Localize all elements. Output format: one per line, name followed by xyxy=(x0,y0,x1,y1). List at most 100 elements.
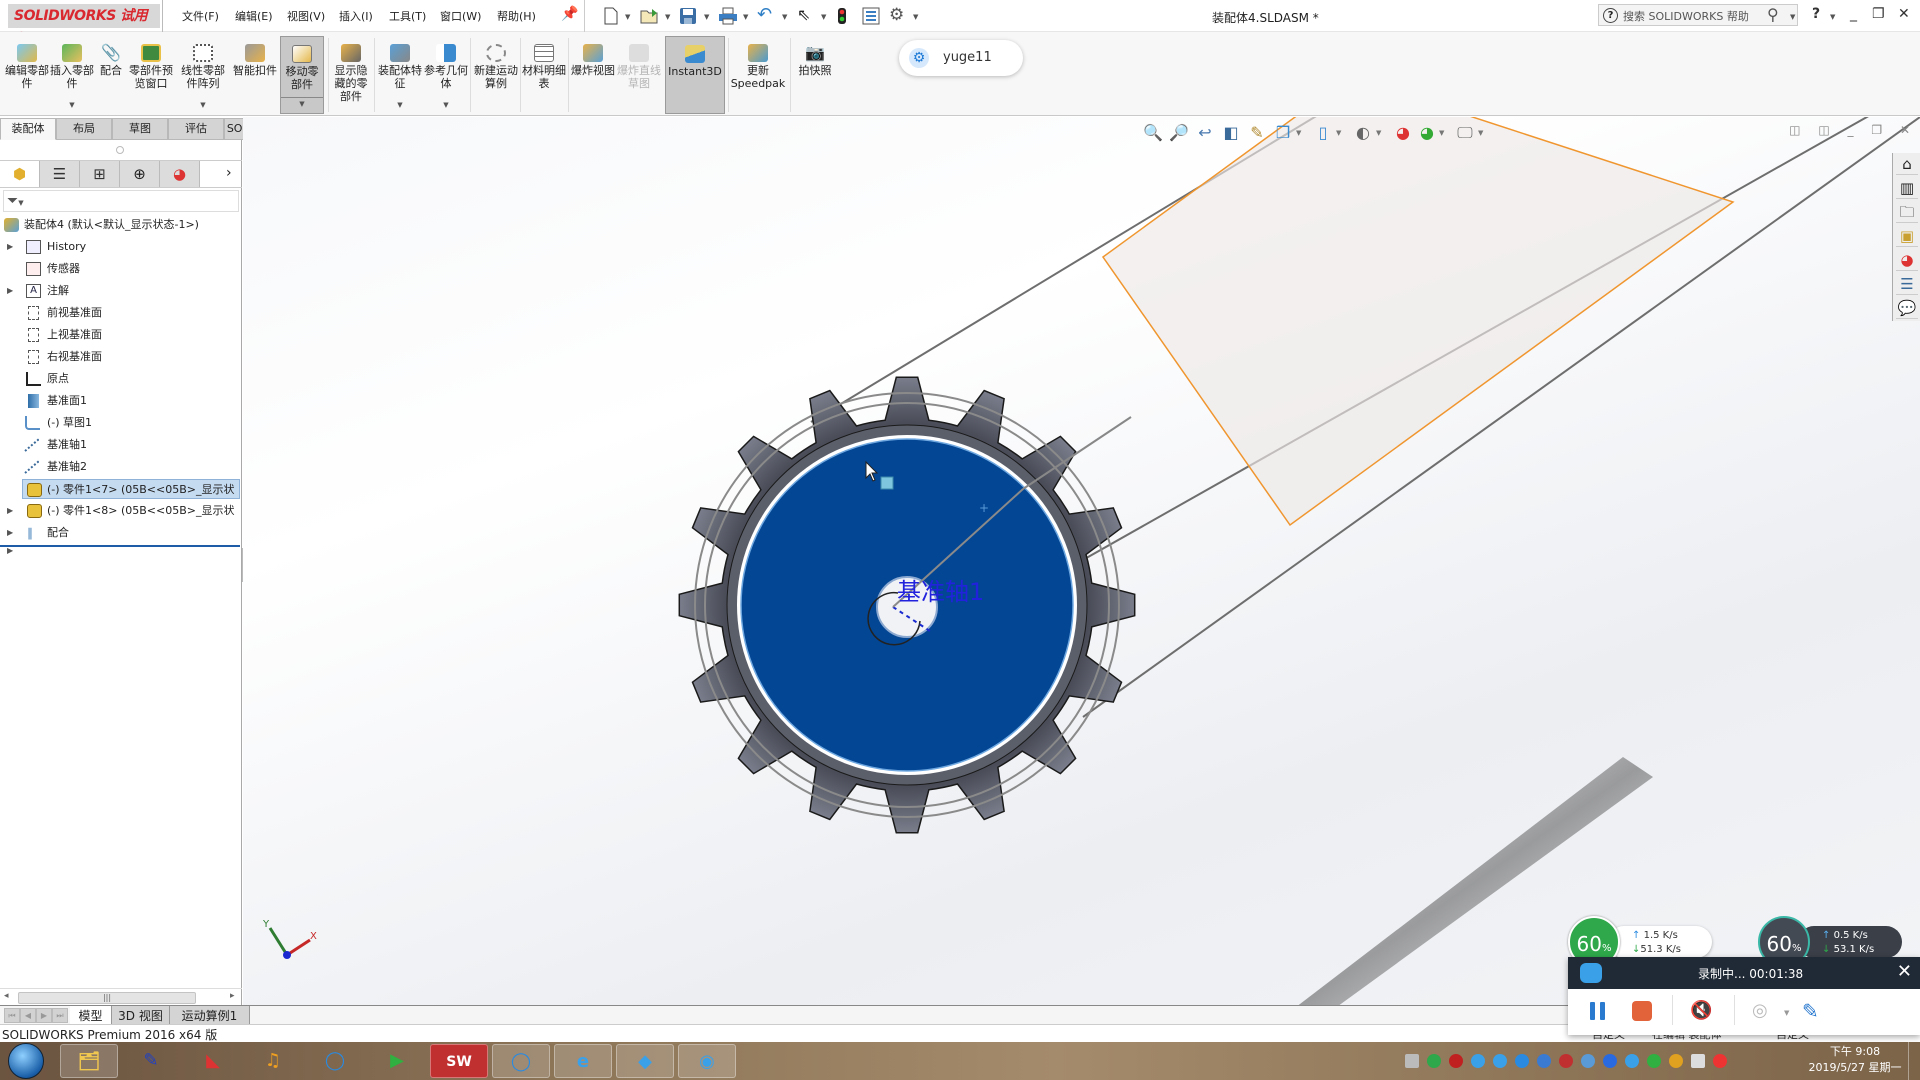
taskbar-solidworks[interactable]: SW xyxy=(430,1044,488,1078)
tab-3d-views[interactable]: 3D 视图 xyxy=(112,1006,170,1026)
close-icon[interactable]: ✕ xyxy=(1897,961,1912,982)
prev-tab-icon[interactable]: ◀ xyxy=(20,1008,36,1023)
instant3d-button[interactable]: Instant3D xyxy=(665,36,725,114)
scroll-right-icon[interactable]: ▸ xyxy=(230,991,235,1001)
taskbar-file-explorer[interactable]: 🗂 xyxy=(60,1044,118,1078)
ie-tray-icon[interactable] xyxy=(1515,1054,1529,1068)
update-speedpak-button[interactable]: 更新Speedpak xyxy=(730,36,786,114)
tray-app-icon[interactable] xyxy=(1471,1054,1485,1068)
stop-button[interactable] xyxy=(1630,999,1654,1023)
dynamic-annotation-icon[interactable]: ✎ xyxy=(1247,123,1267,143)
tray-app-icon[interactable] xyxy=(1581,1054,1595,1068)
scrollbar-thumb[interactable]: ||| xyxy=(18,992,196,1004)
tree-item-mates[interactable]: ▶ ∥ 配合 xyxy=(0,523,242,543)
minimize-button[interactable]: _ xyxy=(1850,6,1857,22)
featuremanager-tab[interactable]: ⬢ xyxy=(0,161,40,187)
network-icon[interactable] xyxy=(1691,1054,1705,1068)
taskbar-screen-recorder[interactable]: ◉ xyxy=(678,1044,736,1078)
expand-arrow-icon[interactable]: ▶ xyxy=(7,281,13,301)
start-button[interactable] xyxy=(8,1043,44,1079)
tab-sketch[interactable]: 草图 xyxy=(112,118,168,140)
first-tab-icon[interactable]: ⏮ xyxy=(4,1008,20,1023)
user-badge[interactable]: ⚙ yuge11 xyxy=(899,40,1023,76)
home-icon[interactable]: ⌂ xyxy=(1896,153,1918,175)
chevron-down-icon[interactable]: ▼ xyxy=(378,99,422,112)
select-cursor-icon[interactable]: ⇖ xyxy=(797,7,817,25)
reference-geometry-button[interactable]: 参考几何体 ▼ xyxy=(424,36,468,114)
smart-fasteners-button[interactable]: 智能扣件 xyxy=(232,36,278,114)
help-search-input[interactable]: ? 搜索 SOLIDWORKS 帮助 ⚲ xyxy=(1598,4,1798,26)
tree-root[interactable]: 装配体4 (默认<默认_显示状态-1>) xyxy=(0,215,242,235)
chevron-down-icon[interactable]: ▼ xyxy=(821,13,826,21)
taskbar-qq-browser-2[interactable]: ◯ xyxy=(492,1044,550,1078)
viewport-restore-icon[interactable]: ❐ xyxy=(1871,123,1882,137)
tab-motion-study-1[interactable]: 运动算例1 xyxy=(170,1006,250,1026)
chevron-down-icon[interactable]: ▼ xyxy=(1296,129,1301,137)
tree-item-part1-7[interactable]: (-) 零件1<7> (05B<<05B>_显示状 xyxy=(22,479,240,499)
displaymanager-tab[interactable]: ◕ xyxy=(160,161,200,187)
move-component-button[interactable]: 移动零部件 ▼ xyxy=(280,36,324,114)
previous-doc-icon[interactable]: ◫ xyxy=(1789,123,1800,137)
taskbar-internet-explorer[interactable]: e xyxy=(554,1044,612,1078)
edit-appearance-icon[interactable]: ◕ xyxy=(1393,123,1413,143)
section-view-icon[interactable]: ◧ xyxy=(1221,123,1241,143)
rebuild-traffic-light-icon[interactable] xyxy=(837,7,857,25)
tab-model[interactable]: 模型 xyxy=(70,1006,112,1026)
taskbar-tool-app[interactable]: ◣ xyxy=(184,1044,242,1078)
shield-icon[interactable] xyxy=(1537,1054,1551,1068)
zoom-to-area-icon[interactable]: 🔎 xyxy=(1169,123,1189,143)
chevron-down-icon[interactable]: ▼ xyxy=(704,13,709,21)
chevron-down-icon[interactable]: ▼ xyxy=(1376,129,1381,137)
file-properties-icon[interactable] xyxy=(862,7,882,25)
chevron-down-icon[interactable]: ▼ xyxy=(625,13,630,21)
clock[interactable]: 下午 9:08 2019/5/27 星期一 xyxy=(1805,1044,1905,1076)
close-button[interactable]: ✕ xyxy=(1898,6,1910,22)
chevron-down-icon[interactable]: ▼ xyxy=(424,99,468,112)
options-gear-icon[interactable]: ⚙ xyxy=(889,7,909,25)
chevron-down-icon[interactable]: ▼ xyxy=(1478,129,1483,137)
taskbar-media-app[interactable]: ◆ xyxy=(616,1044,674,1078)
file-explorer-icon[interactable]: 🗀 xyxy=(1896,201,1918,223)
design-library-icon[interactable]: ▥ xyxy=(1896,177,1918,199)
view-orientation-icon[interactable]: ❒ xyxy=(1273,123,1293,143)
save-icon[interactable] xyxy=(679,7,699,25)
tree-item-annotations[interactable]: ▶ A 注解 xyxy=(0,281,242,301)
panel-grip[interactable] xyxy=(116,146,124,154)
component-preview-button[interactable]: 零部件预览窗口 xyxy=(128,36,174,114)
forum-icon[interactable]: 💬 xyxy=(1896,297,1918,319)
menu-help[interactable]: 帮助(H) xyxy=(497,8,536,24)
new-motion-study-button[interactable]: 新建运动算例 xyxy=(474,36,518,114)
expand-arrow-icon[interactable]: ▶ xyxy=(7,501,13,521)
pencil-icon[interactable]: ✎ xyxy=(1802,999,1826,1023)
menu-view[interactable]: 视图(V) xyxy=(287,8,325,24)
viewport-minimize-icon[interactable]: _ xyxy=(1848,123,1854,137)
menu-file[interactable]: 文件(F) xyxy=(182,8,219,24)
qq-icon[interactable] xyxy=(1669,1054,1683,1068)
show-hidden-components-button[interactable]: 显示隐藏的零部件 xyxy=(330,36,372,114)
view-settings-icon[interactable]: 🖵 xyxy=(1455,123,1475,143)
menu-insert[interactable]: 插入(I) xyxy=(339,8,373,24)
tray-app-icon[interactable] xyxy=(1625,1054,1639,1068)
tree-item-history[interactable]: ▶ History xyxy=(0,237,242,257)
chevron-down-icon[interactable]: ▼ xyxy=(1784,1009,1789,1017)
taskbar-pen-tool[interactable]: ✎ xyxy=(122,1044,180,1078)
mute-icon[interactable]: 🔇 xyxy=(1690,999,1714,1023)
show-desktop-button[interactable] xyxy=(1908,1042,1920,1080)
hide-show-items-icon[interactable]: ◐ xyxy=(1353,123,1373,143)
tree-item-axis1[interactable]: 基准轴1 xyxy=(0,435,242,455)
bom-button[interactable]: 材料明细表 xyxy=(522,36,566,114)
restore-button[interactable]: ❐ xyxy=(1872,6,1885,22)
solidworks-tray-icon[interactable] xyxy=(1559,1054,1573,1068)
taskbar-kuwo-music[interactable]: ♫ xyxy=(244,1044,302,1078)
print-icon[interactable] xyxy=(718,7,738,25)
tab-evaluate[interactable]: 评估 xyxy=(168,118,224,140)
tree-item-origin[interactable]: 原点 xyxy=(0,369,242,389)
tree-item-part1-8[interactable]: ▶ (-) 零件1<8> (05B<<05B>_显示状 xyxy=(0,501,242,521)
tree-item-axis2[interactable]: 基准轴2 xyxy=(0,457,242,477)
solidworks-logo[interactable]: SOLIDWORKS 试用版本 xyxy=(8,4,160,48)
taskbar-video-player[interactable]: ▶ xyxy=(368,1044,426,1078)
snapshot-button[interactable]: 📷 拍快照 xyxy=(792,36,838,114)
propertymanager-tab[interactable]: ☰ xyxy=(40,161,80,187)
menu-window[interactable]: 窗口(W) xyxy=(440,8,481,24)
next-tab-icon[interactable]: ▶ xyxy=(36,1008,52,1023)
